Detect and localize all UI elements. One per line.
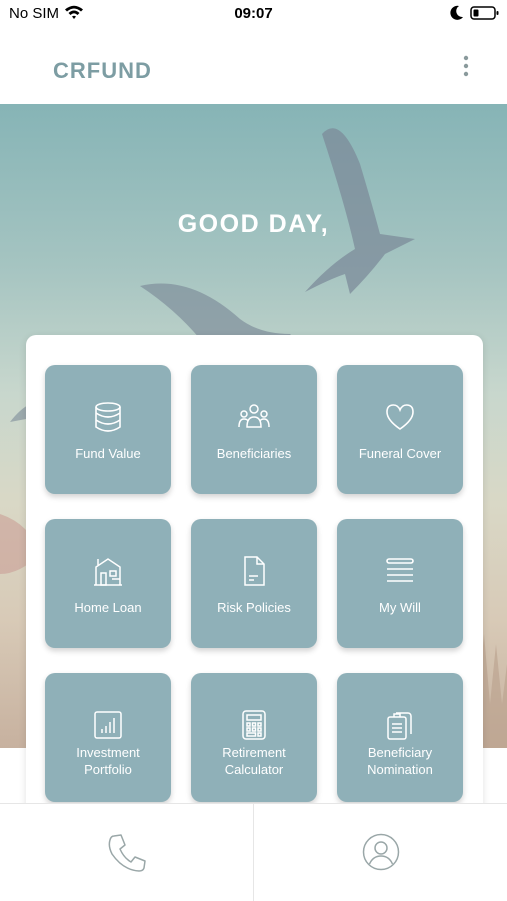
- battery-icon: [470, 6, 499, 20]
- tile-label: Beneficiaries: [216, 446, 292, 461]
- menu-card: Fund Value Beneficiaries Funeral Cover H…: [26, 335, 483, 835]
- status-time: 09:07: [234, 5, 273, 22]
- tile-funeral-cover[interactable]: Funeral Cover: [337, 365, 463, 494]
- tile-my-will[interactable]: My Will: [337, 519, 463, 648]
- moon-icon: [450, 5, 463, 20]
- bar-chart-icon: [94, 711, 122, 739]
- clipboard-icon: [387, 712, 412, 740]
- more-vertical-icon: [463, 55, 469, 77]
- tile-investment-portfolio[interactable]: Investment Portfolio: [45, 673, 171, 802]
- coins-stack-icon: [95, 402, 121, 432]
- list-lines-icon: [386, 558, 414, 582]
- bottom-nav: [0, 803, 507, 901]
- app-header: CRFUND: [0, 28, 507, 104]
- more-options-button[interactable]: [452, 52, 480, 84]
- document-icon: [244, 556, 265, 586]
- tile-label: Home Loan: [74, 600, 142, 615]
- tile-label: Risk Policies: [217, 600, 291, 615]
- phone-icon: [108, 834, 146, 872]
- tile-label: Beneficiary Nomination: [367, 745, 433, 777]
- app-title: CRFUND: [53, 58, 152, 83]
- tile-retirement-calculator[interactable]: Retirement Calculator: [191, 673, 317, 802]
- greeting-text: GOOD DAY,: [177, 210, 330, 238]
- profile-button[interactable]: [254, 804, 507, 901]
- tile-label: My Will: [379, 600, 421, 615]
- tile-home-loan[interactable]: Home Loan: [45, 519, 171, 648]
- tile-label: Retirement Calculator: [222, 745, 286, 777]
- people-group-icon: [238, 404, 270, 428]
- tile-label: Funeral Cover: [358, 446, 442, 461]
- tile-fund-value[interactable]: Fund Value: [45, 365, 171, 494]
- tile-label: Fund Value: [75, 446, 141, 461]
- call-button[interactable]: [0, 804, 253, 901]
- tile-label: Investment Portfolio: [76, 745, 140, 777]
- tile-beneficiaries[interactable]: Beneficiaries: [191, 365, 317, 494]
- user-profile-icon: [362, 833, 400, 871]
- tile-risk-policies[interactable]: Risk Policies: [191, 519, 317, 648]
- tile-beneficiary-nomination[interactable]: Beneficiary Nomination: [337, 673, 463, 802]
- status-bar: No SIM 09:07: [0, 0, 507, 28]
- house-icon: [94, 558, 122, 586]
- calculator-icon: [242, 710, 266, 740]
- heart-icon: [386, 404, 414, 430]
